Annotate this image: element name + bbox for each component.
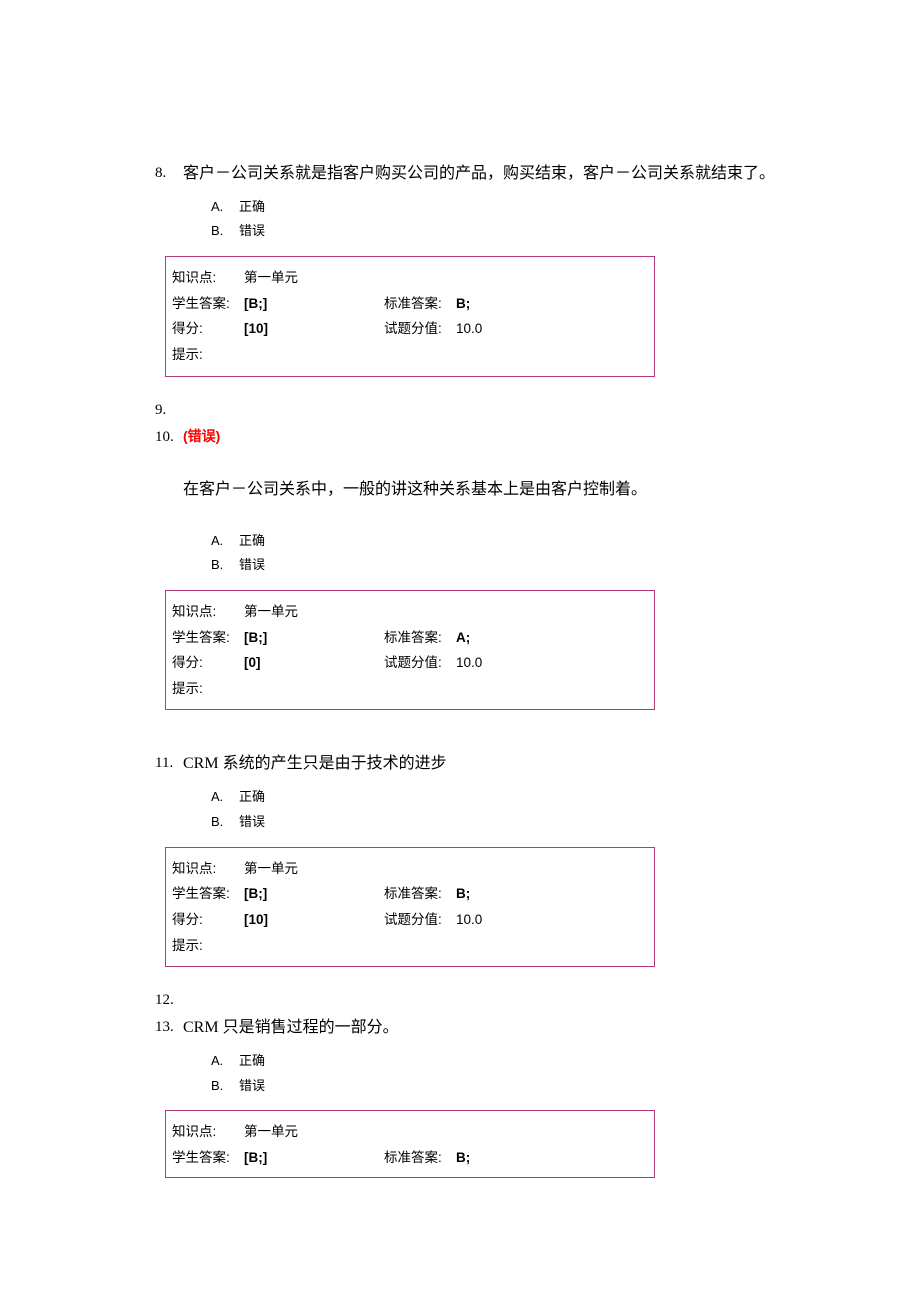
label-topic: 知识点: [172, 599, 244, 625]
label-student-answer: 学生答案: [172, 291, 244, 317]
value-correct-answer: B; [456, 881, 470, 907]
label-topic: 知识点: [172, 1119, 244, 1145]
label-score: 得分: [172, 316, 244, 342]
option-text: 错误 [239, 810, 265, 835]
question-line: 11. CRM 系统的产生只是由于技术的进步 [155, 750, 780, 779]
value-topic: 第一单元 [244, 599, 384, 625]
value-correct-answer: B; [456, 291, 470, 317]
answer-box: 知识点: 第一单元 学生答案: [B;] 标准答案: A; 得分: [0] 试题… [165, 590, 655, 711]
option-text: 正确 [239, 785, 265, 810]
option-letter: A. [211, 1049, 239, 1074]
question-number-stub: 12. [155, 987, 183, 1014]
answer-box: 知识点: 第一单元 学生答案: [B;] 标准答案: B; 得分: [10] 试… [165, 847, 655, 968]
value-score: [10] [244, 316, 384, 342]
option-b: B. 错误 [211, 810, 780, 835]
question-13: 12. 13. CRM 只是销售过程的一部分。 A. 正确 B. 错误 知识点:… [155, 987, 780, 1177]
question-number: 13. [155, 1014, 183, 1041]
label-student-answer: 学生答案: [172, 625, 244, 651]
option-letter: A. [211, 785, 239, 810]
option-text: 错误 [239, 219, 265, 244]
label-point-value: 试题分值: [384, 907, 456, 933]
question-text: 在客户－公司关系中，一般的讲这种关系基本上是由客户控制着。 [183, 451, 780, 523]
value-topic: 第一单元 [244, 856, 384, 882]
page: 8. 客户－公司关系就是指客户购买公司的产品，购买结束，客户－公司关系就结束了。… [0, 0, 920, 1278]
label-score: 得分: [172, 650, 244, 676]
option-a: A. 正确 [211, 195, 780, 220]
question-11: 11. CRM 系统的产生只是由于技术的进步 A. 正确 B. 错误 知识点: … [155, 750, 780, 967]
value-student-answer: [B;] [244, 625, 384, 651]
label-correct-answer: 标准答案: [384, 625, 456, 651]
options: A. 正确 B. 错误 [211, 785, 780, 834]
value-point-value: 10.0 [456, 907, 482, 933]
value-student-answer: [B;] [244, 881, 384, 907]
option-letter: B. [211, 810, 239, 835]
option-text: 错误 [239, 553, 265, 578]
label-score: 得分: [172, 907, 244, 933]
question-8: 8. 客户－公司关系就是指客户购买公司的产品，购买结束，客户－公司关系就结束了。… [155, 160, 780, 377]
question-line: 13. CRM 只是销售过程的一部分。 [155, 1014, 780, 1043]
question-line: 8. 客户－公司关系就是指客户购买公司的产品，购买结束，客户－公司关系就结束了。 [155, 160, 780, 189]
value-topic: 第一单元 [244, 1119, 384, 1145]
question-number-stub: 9. [155, 397, 183, 424]
label-point-value: 试题分值: [384, 650, 456, 676]
label-correct-answer: 标准答案: [384, 881, 456, 907]
question-10: 9. 10. (错误) 在客户－公司关系中，一般的讲这种关系基本上是由客户控制着… [155, 397, 780, 711]
option-letter: B. [211, 1074, 239, 1099]
question-text: CRM 只是销售过程的一部分。 [183, 1014, 399, 1043]
option-text: 正确 [239, 195, 265, 220]
option-letter: B. [211, 219, 239, 244]
option-letter: B. [211, 553, 239, 578]
answer-box: 知识点: 第一单元 学生答案: [B;] 标准答案: B; [165, 1110, 655, 1177]
option-text: 正确 [239, 529, 265, 554]
value-topic: 第一单元 [244, 265, 384, 291]
label-topic: 知识点: [172, 856, 244, 882]
value-score: [0] [244, 650, 384, 676]
label-student-answer: 学生答案: [172, 881, 244, 907]
label-correct-answer: 标准答案: [384, 1145, 456, 1171]
value-point-value: 10.0 [456, 316, 482, 342]
value-score: [10] [244, 907, 384, 933]
question-number: 8. [155, 160, 183, 187]
value-correct-answer: B; [456, 1145, 470, 1171]
answer-box: 知识点: 第一单元 学生答案: [B;] 标准答案: B; 得分: [10] 试… [165, 256, 655, 377]
option-text: 错误 [239, 1074, 265, 1099]
label-hint: 提示: [172, 342, 244, 368]
question-text: 客户－公司关系就是指客户购买公司的产品，购买结束，客户－公司关系就结束了。 [183, 160, 775, 189]
option-b: B. 错误 [211, 219, 780, 244]
label-topic: 知识点: [172, 265, 244, 291]
value-student-answer: [B;] [244, 1145, 384, 1171]
options: A. 正确 B. 错误 [211, 529, 780, 578]
option-a: A. 正确 [211, 785, 780, 810]
label-point-value: 试题分值: [384, 316, 456, 342]
label-hint: 提示: [172, 676, 244, 702]
options: A. 正确 B. 错误 [211, 1049, 780, 1098]
value-correct-answer: A; [456, 625, 470, 651]
option-b: B. 错误 [211, 1074, 780, 1099]
option-a: A. 正确 [211, 529, 780, 554]
question-number: 10. [155, 424, 183, 451]
option-letter: A. [211, 195, 239, 220]
label-hint: 提示: [172, 933, 244, 959]
options: A. 正确 B. 错误 [211, 195, 780, 244]
question-text: CRM 系统的产生只是由于技术的进步 [183, 750, 447, 779]
option-b: B. 错误 [211, 553, 780, 578]
value-student-answer: [B;] [244, 291, 384, 317]
error-badge: (错误) [183, 424, 220, 451]
label-correct-answer: 标准答案: [384, 291, 456, 317]
question-number: 11. [155, 750, 183, 777]
label-student-answer: 学生答案: [172, 1145, 244, 1171]
option-a: A. 正确 [211, 1049, 780, 1074]
option-text: 正确 [239, 1049, 265, 1074]
option-letter: A. [211, 529, 239, 554]
value-point-value: 10.0 [456, 650, 482, 676]
